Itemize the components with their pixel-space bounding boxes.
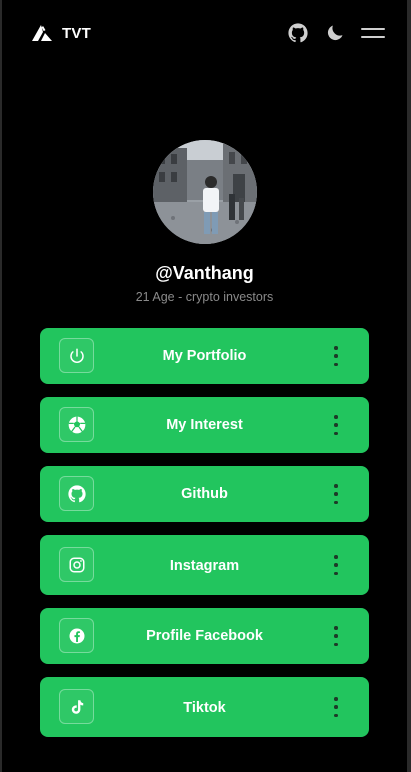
brand-name: TVT [62,24,91,42]
more-options-icon[interactable] [329,346,343,366]
profile-bio: 21 Age - crypto investors [135,290,274,304]
menu-icon [361,28,385,38]
more-options-icon[interactable] [329,555,343,575]
link-label: Tiktok [183,700,226,716]
app-frame: TVT @Vanthang 21 Age - crypto investors … [2,0,407,772]
link-label: Instagram [169,558,240,574]
moon-icon [327,25,343,41]
link-button-my-portfolio[interactable]: My Portfolio [40,328,369,384]
menu-button[interactable] [359,21,387,45]
theme-toggle-button[interactable] [323,21,347,45]
profile-handle: @Vanthang [155,263,254,283]
link-label: Github [181,486,228,502]
github-button[interactable] [286,21,310,45]
more-options-icon[interactable] [329,484,343,504]
link-button-github[interactable]: Github [40,466,369,522]
more-options-icon[interactable] [329,697,343,717]
github-icon [288,23,308,43]
logo-triangle-icon [32,25,52,41]
more-options-icon[interactable] [329,626,343,646]
link-label: My Portfolio [162,348,247,364]
link-button-profile-facebook[interactable]: Profile Facebook [40,608,369,664]
profile-avatar [153,140,257,244]
link-label: Profile Facebook [146,628,263,644]
top-navbar: TVT [2,0,407,66]
more-options-icon[interactable] [329,415,343,435]
link-button-instagram[interactable]: Instagram [40,535,369,595]
link-button-tiktok[interactable]: Tiktok [40,677,369,737]
link-label: My Interest [166,417,243,433]
link-button-my-interest[interactable]: My Interest [40,397,369,453]
brand-logo[interactable]: TVT [32,22,91,44]
